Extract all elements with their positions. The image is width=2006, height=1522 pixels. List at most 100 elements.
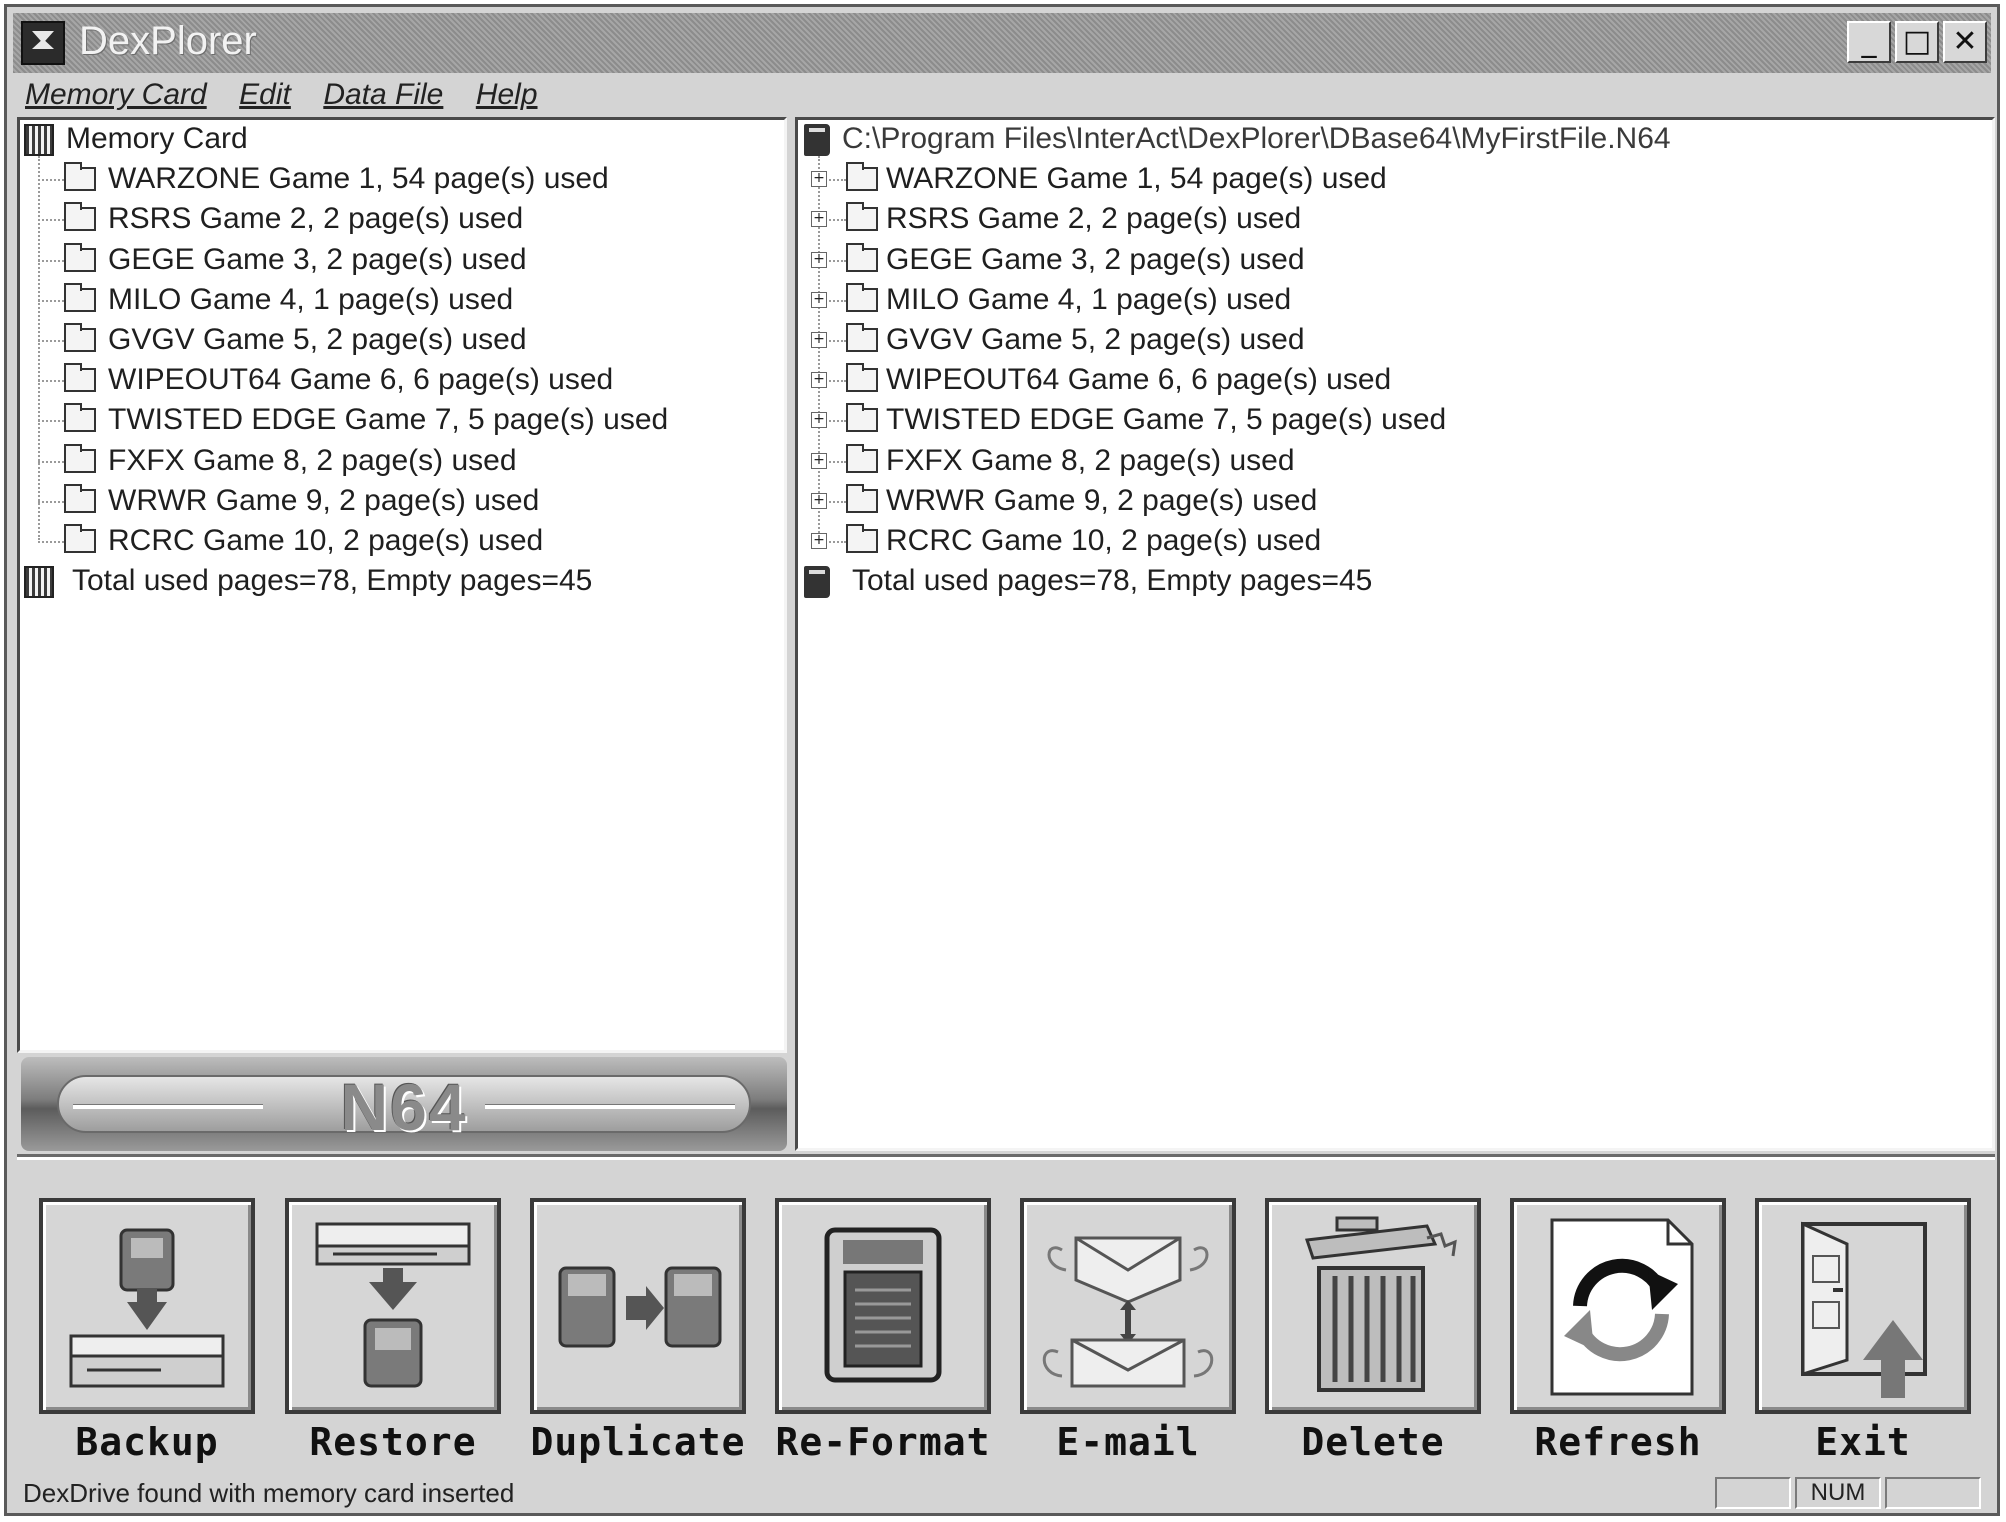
folder-icon: [846, 363, 878, 393]
tree-root[interactable]: C:\Program Files\InterAct\DexPlorer\DBas…: [798, 120, 1992, 158]
menu-edit[interactable]: Edit: [239, 73, 291, 117]
tree-total-label: Total used pages=78, Empty pages=45: [72, 564, 593, 598]
tree-item[interactable]: + WRWR Game 9, 2 page(s) used: [798, 482, 1992, 520]
maximize-button[interactable]: □: [1895, 21, 1939, 63]
tree-item-label: MILO Game 4, 1 page(s) used: [108, 282, 514, 316]
tree-item-label: WARZONE Game 1, 54 page(s) used: [108, 162, 609, 196]
title-bar[interactable]: DexPlorer _ □ ✕: [13, 13, 1991, 73]
expand-toggle-icon[interactable]: +: [811, 452, 827, 469]
window-title: DexPlorer: [79, 19, 257, 63]
close-button[interactable]: ✕: [1943, 21, 1987, 63]
delete-button-frame[interactable]: [1265, 1198, 1481, 1414]
memory-card-tree[interactable]: Memory Card WARZONE Game 1, 54 page(s) us…: [17, 117, 787, 1053]
email-button-frame[interactable]: [1020, 1198, 1236, 1414]
folder-icon: [64, 202, 96, 232]
backup-button-frame[interactable]: [39, 1198, 255, 1414]
folder-icon: [64, 363, 96, 393]
folder-icon: [846, 242, 878, 272]
expand-toggle-icon[interactable]: +: [811, 171, 827, 188]
tree-item[interactable]: + FXFX Game 8, 2 page(s) used: [798, 442, 1992, 480]
status-message: DexDrive found with memory card inserted: [23, 1478, 515, 1508]
expand-toggle-icon[interactable]: +: [811, 412, 827, 429]
n64-logo: N64: [340, 1070, 468, 1144]
tree-item[interactable]: WRWR Game 9, 2 page(s) used: [20, 482, 784, 520]
folder-icon: [64, 524, 96, 553]
tree-item-label: WRWR Game 9, 2 page(s) used: [108, 483, 540, 517]
tree-item[interactable]: WARZONE Game 1, 54 page(s) used: [20, 160, 784, 198]
duplicate-icon: [558, 1266, 722, 1348]
folder-icon: [64, 242, 96, 272]
tree-item[interactable]: + RCRC Game 10, 2 page(s) used: [798, 522, 1992, 560]
tree-item[interactable]: + WIPEOUT64 Game 6, 6 page(s) used: [798, 361, 1992, 399]
tree-item-label: WRWR Game 9, 2 page(s) used: [886, 483, 1318, 517]
num-lock-indicator: NUM: [1795, 1477, 1881, 1509]
tree-item[interactable]: RCRC Game 10, 2 page(s) used: [20, 522, 784, 560]
tree-item[interactable]: RSRS Game 2, 2 page(s) used: [20, 200, 784, 238]
restore-button-frame[interactable]: [285, 1198, 501, 1414]
menu-help[interactable]: Help: [476, 73, 538, 117]
expand-toggle-icon[interactable]: +: [811, 251, 827, 268]
memory-card-icon: [24, 124, 54, 156]
email-label: E-mail: [1056, 1420, 1200, 1464]
tree-total-label: Total used pages=78, Empty pages=45: [852, 564, 1373, 598]
tree-item[interactable]: FXFX Game 8, 2 page(s) used: [20, 442, 784, 480]
tree-item[interactable]: + WARZONE Game 1, 54 page(s) used: [798, 160, 1992, 198]
tree-item-label: WIPEOUT64 Game 6, 6 page(s) used: [108, 363, 614, 397]
delete-button[interactable]: Delete: [1265, 1198, 1481, 1468]
folder-icon: [846, 524, 878, 553]
refresh-icon: [1550, 1218, 1694, 1396]
tree-root-label: C:\Program Files\InterAct\DexPlorer\DBas…: [842, 122, 1671, 155]
tree-item[interactable]: + GEGE Game 3, 2 page(s) used: [798, 241, 1992, 279]
tree-item[interactable]: + MILO Game 4, 1 page(s) used: [798, 281, 1992, 319]
expand-toggle-icon[interactable]: +: [811, 372, 827, 389]
exit-icon: [1801, 1221, 1927, 1398]
expand-toggle-icon[interactable]: +: [811, 492, 827, 509]
exit-button-frame[interactable]: [1755, 1198, 1971, 1414]
app-icon[interactable]: [21, 21, 65, 65]
refresh-button[interactable]: Refresh: [1510, 1198, 1726, 1468]
tree-item-label: WARZONE Game 1, 54 page(s) used: [886, 162, 1387, 196]
tree-item-label: GVGV Game 5, 2 page(s) used: [886, 323, 1305, 356]
expand-toggle-icon[interactable]: +: [811, 332, 827, 348]
data-file-tree[interactable]: C:\Program Files\InterAct\DexPlorer\DBas…: [795, 117, 1995, 1151]
tree-item-label: RCRC Game 10, 2 page(s) used: [886, 524, 1322, 557]
tree-item[interactable]: GEGE Game 3, 2 page(s) used: [20, 241, 784, 279]
exit-button[interactable]: Exit: [1755, 1198, 1971, 1468]
expand-toggle-icon[interactable]: +: [811, 211, 827, 228]
tree-item-label: TWISTED EDGE Game 7, 5 page(s) used: [108, 403, 669, 437]
expand-toggle-icon[interactable]: +: [811, 291, 827, 308]
tree-item-label: FXFX Game 8, 2 page(s) used: [108, 443, 517, 477]
expand-toggle-icon[interactable]: +: [811, 533, 827, 549]
tree-item-label: GVGV Game 5, 2 page(s) used: [108, 323, 527, 356]
tree-item-label: RSRS Game 2, 2 page(s) used: [108, 202, 524, 236]
duplicate-button-frame[interactable]: [530, 1198, 746, 1414]
memory-card-icon: [24, 566, 54, 599]
email-button[interactable]: E-mail: [1020, 1198, 1236, 1468]
duplicate-button[interactable]: Duplicate: [530, 1198, 746, 1468]
tree-total[interactable]: Total used pages=78, Empty pages=45: [20, 562, 784, 600]
reformat-button[interactable]: Re-Format: [775, 1198, 991, 1468]
tree-item-label: FXFX Game 8, 2 page(s) used: [886, 443, 1295, 477]
tree-total[interactable]: Total used pages=78, Empty pages=45: [798, 562, 1992, 600]
menu-data-file[interactable]: Data File: [323, 73, 443, 117]
backup-button[interactable]: Backup: [39, 1198, 255, 1468]
restore-icon: [315, 1222, 471, 1388]
minimize-button[interactable]: _: [1847, 21, 1891, 63]
email-icon: [1042, 1236, 1214, 1388]
tree-item[interactable]: TWISTED EDGE Game 7, 5 page(s) used: [20, 401, 784, 439]
delete-label: Delete: [1301, 1420, 1445, 1464]
tree-item[interactable]: + RSRS Game 2, 2 page(s) used: [798, 200, 1992, 238]
restore-button[interactable]: Restore: [285, 1198, 501, 1468]
tree-item[interactable]: + TWISTED EDGE Game 7, 5 page(s) used: [798, 401, 1992, 439]
tree-item[interactable]: + GVGV Game 5, 2 page(s) used: [798, 321, 1992, 359]
tree-root[interactable]: Memory Card: [20, 120, 784, 158]
tree-item[interactable]: MILO Game 4, 1 page(s) used: [20, 281, 784, 319]
refresh-button-frame[interactable]: [1510, 1198, 1726, 1414]
tree-item[interactable]: GVGV Game 5, 2 page(s) used: [20, 321, 784, 359]
menu-memory-card[interactable]: Memory Card: [25, 73, 207, 117]
reformat-button-frame[interactable]: [775, 1198, 991, 1414]
folder-icon: [64, 323, 96, 352]
restore-label: Restore: [309, 1420, 477, 1464]
tree-item[interactable]: WIPEOUT64 Game 6, 6 page(s) used: [20, 361, 784, 399]
folder-icon: [846, 282, 878, 312]
